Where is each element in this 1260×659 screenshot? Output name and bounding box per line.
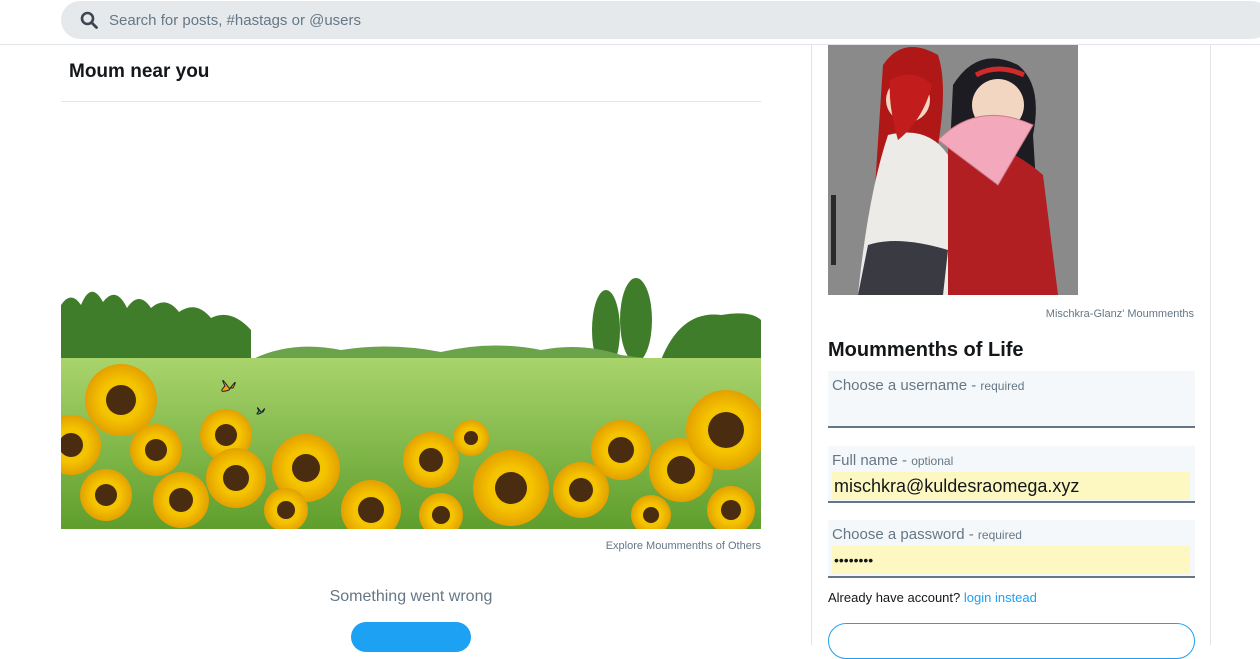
full-name-input[interactable]	[832, 472, 1190, 500]
full-name-field: Full name - optional	[828, 446, 1195, 503]
profile-artwork	[828, 45, 1078, 295]
login-prompt: Already have account? login instead	[828, 590, 1037, 605]
login-prompt-text: Already have account?	[828, 590, 964, 605]
password-label: Choose a password - required	[832, 526, 1022, 543]
banner-caption: Explore Moummenths of Others	[605, 540, 761, 552]
divider	[61, 101, 761, 102]
signup-button[interactable]	[828, 623, 1195, 659]
password-field: Choose a password - required	[828, 520, 1195, 578]
search-bar[interactable]	[61, 1, 1260, 39]
signup-sidebar: Mischkra-Glanz' Moummenths Moummenths of…	[811, 45, 1211, 659]
top-bar	[0, 0, 1260, 45]
username-label: Choose a username - required	[832, 377, 1025, 394]
full-name-label: Full name - optional	[832, 452, 954, 469]
signup-title: Moummenths of Life	[828, 339, 1024, 361]
retry-button[interactable]	[351, 622, 471, 652]
username-field: Choose a username - required	[828, 371, 1195, 428]
page-title: Moum near you	[69, 61, 210, 82]
error-message: Something went wrong	[329, 588, 493, 605]
search-icon	[80, 11, 98, 29]
sunflower-field-banner	[61, 130, 761, 529]
password-input[interactable]	[832, 546, 1190, 574]
search-input[interactable]	[107, 1, 1207, 39]
login-link[interactable]: login instead	[964, 590, 1037, 605]
username-input[interactable]	[832, 399, 1190, 427]
profile-caption: Mischkra-Glanz' Moummenths	[1045, 308, 1194, 320]
